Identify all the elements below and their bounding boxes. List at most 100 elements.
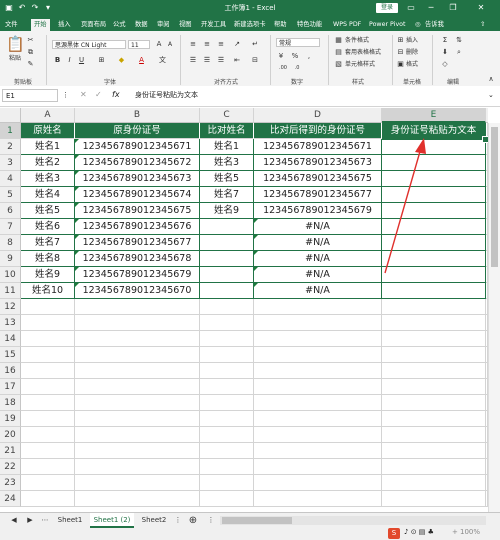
login-button[interactable]: 登录 [376,3,398,13]
row-header[interactable]: 19 [0,411,21,427]
delete-cells-icon[interactable]: ⊟ [396,48,405,57]
table-cell[interactable]: 123456789012345679 [75,267,200,283]
empty-cell[interactable] [382,395,486,411]
fill-color-icon[interactable]: ◆ [117,56,126,65]
empty-cell[interactable] [382,299,486,315]
percent-button[interactable]: % [290,52,300,61]
sort-filter-icon[interactable]: ⇅ [454,36,464,45]
empty-cell[interactable] [382,427,486,443]
column-header-c[interactable]: C [200,108,254,123]
empty-cell[interactable] [200,459,254,475]
table-cell[interactable]: 姓名1 [200,139,254,155]
table-cell[interactable]: 姓名7 [21,235,75,251]
table-cell[interactable]: #N/A [254,267,382,283]
empty-cell[interactable] [75,395,200,411]
table-cell[interactable]: 姓名7 [200,187,254,203]
cancel-icon[interactable]: ✕ [80,90,87,99]
table-cell[interactable]: 123456789012345676 [75,219,200,235]
prev-sheet-icon[interactable]: ◀ [8,513,20,528]
table-cell[interactable]: 姓名6 [21,219,75,235]
empty-cell[interactable] [382,459,486,475]
empty-cell[interactable] [382,347,486,363]
empty-cell[interactable] [75,411,200,427]
empty-cell[interactable] [200,475,254,491]
table-cell[interactable]: 123456789012345677 [75,235,200,251]
empty-cell[interactable] [21,443,75,459]
font-size-select[interactable]: 11 [128,40,150,49]
row-header[interactable]: 18 [0,395,21,411]
italic-button[interactable]: I [65,56,74,65]
empty-cell[interactable] [200,395,254,411]
header-cell[interactable]: 比对姓名 [200,123,254,139]
delete-cells-button[interactable]: 删除 [406,48,418,57]
empty-cell[interactable] [254,395,382,411]
paste-label[interactable]: 粘贴 [9,54,21,63]
empty-cell[interactable] [200,411,254,427]
table-cell[interactable]: 姓名5 [200,171,254,187]
row-header[interactable]: 11 [0,283,21,299]
empty-cell[interactable] [21,475,75,491]
table-cell[interactable]: 123456789012345674 [75,187,200,203]
table-cell[interactable] [200,235,254,251]
row-header[interactable]: 24 [0,491,21,507]
table-cell[interactable]: 123456789012345671 [254,139,382,155]
table-cell[interactable]: 姓名5 [21,203,75,219]
tab-view[interactable]: 视图 [179,19,192,31]
table-cell[interactable]: #N/A [254,283,382,299]
empty-cell[interactable] [382,363,486,379]
restore-button[interactable]: ❐ [446,2,460,14]
row-header[interactable]: 12 [0,299,21,315]
more-options-icon[interactable]: ⋮ [62,91,69,99]
row-header[interactable]: 20 [0,427,21,443]
table-cell[interactable] [200,267,254,283]
merge-center-icon[interactable]: ⊟ [250,56,260,65]
comma-button[interactable]: , [304,52,314,61]
column-header-b[interactable]: B [75,108,200,123]
row-header[interactable]: 21 [0,443,21,459]
tab-new-tab[interactable]: 新建选项卡 [234,19,265,31]
sheet-bar-more-icon[interactable]: ⋮ [206,513,216,528]
bold-button[interactable]: B [53,56,62,65]
empty-cell[interactable] [21,427,75,443]
empty-cell[interactable] [75,331,200,347]
empty-cell[interactable] [254,315,382,331]
format-cells-icon[interactable]: ▣ [396,60,405,69]
increase-font-icon[interactable]: A [154,40,164,49]
formula-content[interactable]: 身份证号粘贴为文本 [135,89,198,102]
empty-cell[interactable] [254,331,382,347]
table-cell[interactable]: 姓名8 [21,251,75,267]
table-cell[interactable]: 123456789012345679 [254,203,382,219]
empty-cell[interactable] [200,443,254,459]
name-box[interactable]: E1 [2,89,58,102]
table-cell[interactable] [382,283,486,299]
table-format-button[interactable]: 套用表格格式 [345,48,381,57]
table-cell[interactable] [200,251,254,267]
underline-button[interactable]: U [77,56,86,65]
cell-style-icon[interactable]: ▧ [334,60,343,69]
empty-cell[interactable] [75,363,200,379]
empty-cell[interactable] [200,315,254,331]
add-sheet-button[interactable]: ⊕ [186,513,200,528]
align-bottom-icon[interactable]: ≡ [216,40,226,49]
row-header[interactable]: 9 [0,251,21,267]
empty-cell[interactable] [21,315,75,331]
empty-cell[interactable] [382,411,486,427]
enter-icon[interactable]: ✓ [95,90,102,99]
empty-cell[interactable] [382,491,486,507]
empty-cell[interactable] [21,363,75,379]
tab-formulas[interactable]: 公式 [113,19,126,31]
empty-cell[interactable] [75,475,200,491]
empty-cell[interactable] [75,299,200,315]
row-header[interactable]: 17 [0,379,21,395]
table-cell[interactable]: 姓名9 [200,203,254,219]
empty-cell[interactable] [254,379,382,395]
zoom-plus-icon[interactable]: + [452,528,458,536]
table-cell[interactable]: 123456789012345672 [75,155,200,171]
empty-cell[interactable] [200,427,254,443]
table-cell[interactable]: 姓名2 [21,155,75,171]
align-right-icon[interactable]: ☰ [216,56,226,65]
empty-cell[interactable] [254,363,382,379]
sheet-options-icon[interactable]: ⋮ [172,513,184,528]
phonetic-icon[interactable]: 文 [158,56,167,65]
table-cell[interactable]: 123456789012345671 [75,139,200,155]
